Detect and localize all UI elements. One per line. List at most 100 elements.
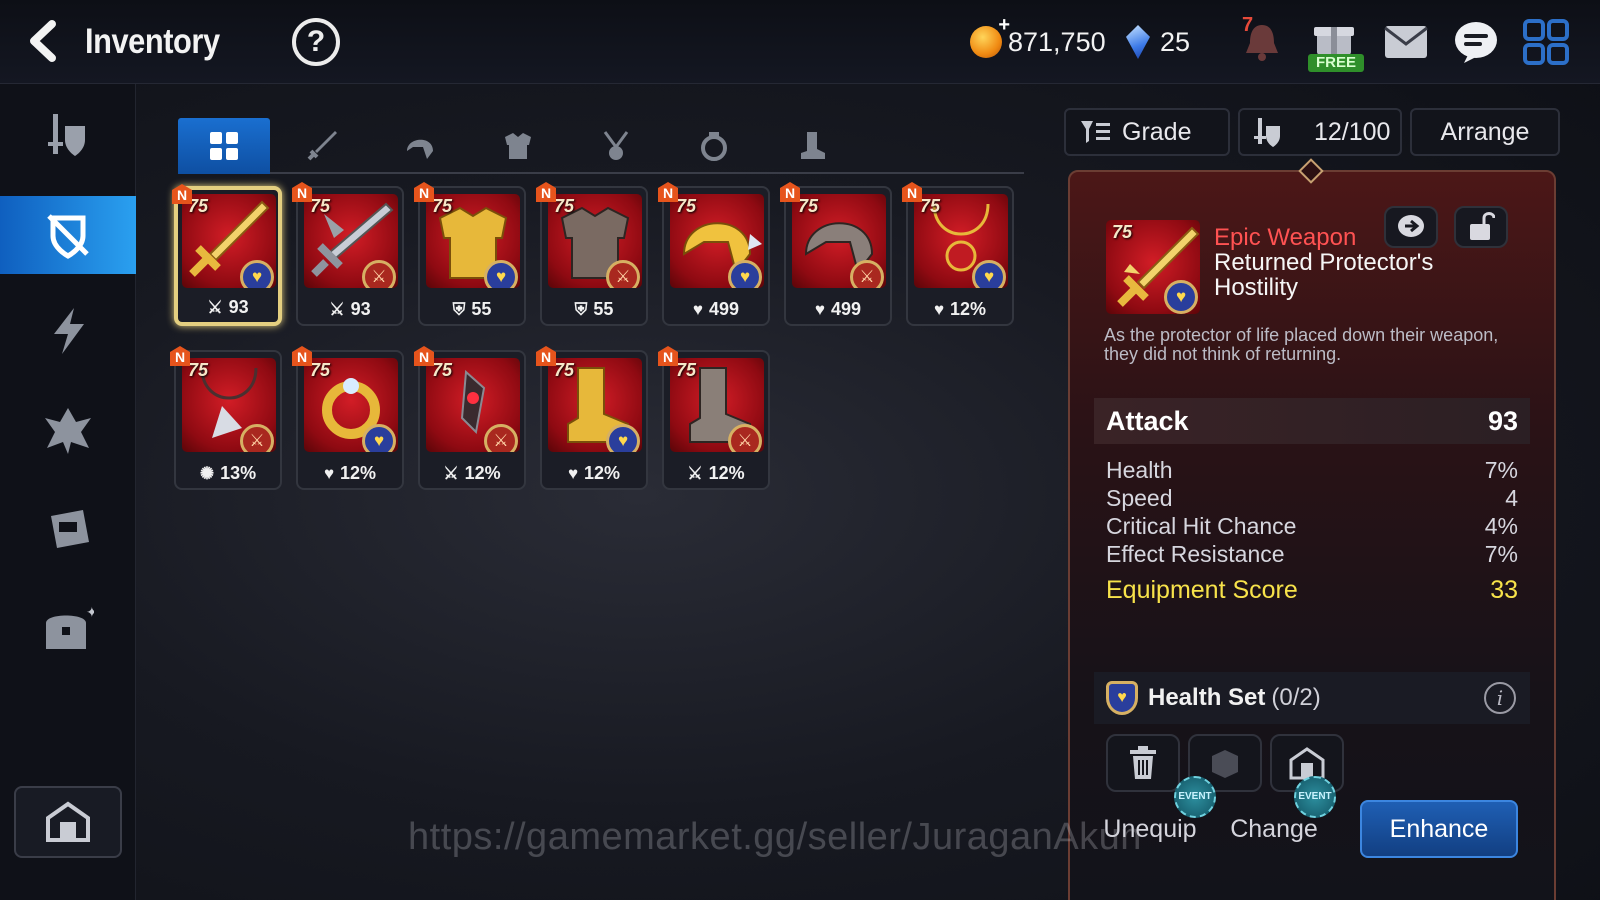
storage-button[interactable] (14, 786, 122, 858)
filter-icon (1081, 121, 1110, 143)
attack-set-badge: ⚔ (728, 424, 762, 452)
chat-button[interactable] (1448, 14, 1504, 70)
sidebar-item-equip[interactable] (0, 96, 136, 174)
menu-button[interactable] (1518, 14, 1574, 70)
inventory-item[interactable]: 75 ♥ N ⛨ 55 (414, 182, 526, 326)
inventory-item[interactable]: 75 ⚔ N ⚔ 93 (292, 182, 404, 326)
inventory-item[interactable]: 75 ⚔ N ⛨ 55 (536, 182, 648, 326)
tab-helmet[interactable] (374, 118, 466, 174)
discard-button[interactable] (1106, 734, 1180, 792)
tab-necklace[interactable] (570, 118, 662, 174)
sub-stat-value: 4 (1505, 485, 1518, 511)
back-arrow-icon (30, 20, 56, 62)
tab-armor[interactable] (472, 118, 564, 174)
item-stat-value: 12% (950, 299, 987, 319)
grade-filter-button[interactable]: Grade (1064, 108, 1230, 156)
helmet-icon (407, 139, 433, 159)
sidebar-item-artifacts[interactable] (0, 292, 136, 370)
item-image: 75 ♥ (182, 194, 276, 288)
attack-icon: ⚔ (329, 300, 345, 319)
set-info-row: ♥ Health Set (0/2) i (1094, 672, 1530, 724)
item-image: 75 ♥ (914, 194, 1008, 288)
health-set-icon: ♥ (1106, 681, 1138, 715)
inventory-item[interactable]: 75 ♥ N ♥ 12% (902, 182, 1014, 326)
tab-boots[interactable] (766, 118, 858, 174)
item-stat: ⛨ 55 (542, 299, 646, 320)
sidebar-item-materials[interactable] (0, 488, 136, 566)
change-button[interactable]: Change (1218, 800, 1330, 858)
item-image: 75 ⚔ (792, 194, 886, 288)
gold-currency[interactable]: + 871,750 (970, 14, 1106, 64)
inventory-item[interactable]: 75 ⚔ N ✺ 13% (170, 346, 282, 490)
inventory-item[interactable]: 75 ⚔ N ♥ 499 (780, 182, 892, 326)
item-stat-value: 499 (709, 299, 740, 319)
crit-icon: ✺ (199, 464, 215, 483)
svg-text:✦: ✦ (86, 605, 94, 621)
inventory-item[interactable]: 75 ♥ N ♥ 12% (536, 346, 648, 490)
tab-weapon[interactable] (276, 118, 368, 174)
sidebar-item-chests[interactable]: ✦ (0, 590, 136, 668)
item-grade: Epic Weapon (1214, 224, 1357, 251)
item-level: 75 (920, 196, 941, 216)
item-stat: ♥ 12% (542, 463, 646, 484)
gem-currency[interactable]: + 25 (1126, 20, 1190, 64)
equipment-score: Equipment Score 33 (1106, 576, 1518, 605)
free-label: FREE (1308, 54, 1364, 72)
sidebar: ✦ (0, 84, 136, 900)
inventory-item[interactable]: 75 ♥ N ⚔ 93 (172, 184, 282, 326)
free-pack-button[interactable]: FREE (1306, 14, 1364, 72)
capacity-indicator[interactable]: 12/100 (1238, 108, 1402, 156)
item-stat-value: 93 (228, 297, 249, 317)
storage-icon (1289, 747, 1325, 780)
sword-shield-icon (1254, 118, 1280, 147)
tab-ring[interactable] (668, 118, 760, 174)
inventory-item[interactable]: 75 ⚔ N ⚔ 12% (658, 346, 770, 490)
set-info-button[interactable]: i (1484, 682, 1516, 714)
health-icon: ♥ (567, 464, 579, 483)
new-badge: N (902, 182, 922, 202)
detail-item-level: 75 (1112, 222, 1133, 242)
inventory-item[interactable]: 75 ♥ N ♥ 12% (292, 346, 404, 490)
item-stat-value: 55 (593, 299, 614, 319)
help-button[interactable]: ? (292, 18, 340, 66)
mail-button[interactable] (1378, 14, 1434, 70)
category-tabs (178, 118, 1024, 174)
item-stat: ♥ 499 (664, 299, 768, 320)
health-set-badge: ♥ (362, 424, 396, 452)
item-stat: ⚔ 93 (178, 297, 278, 318)
attack-set-badge: ⚔ (240, 424, 274, 452)
enhance-button[interactable]: Enhance (1360, 800, 1518, 858)
attack-icon: ⚔ (207, 298, 223, 317)
sword-icon (307, 131, 337, 161)
attack-set-badge: ⚔ (606, 260, 640, 288)
sword-shield-icon (48, 114, 85, 156)
lock-button[interactable] (1454, 206, 1508, 248)
back-button[interactable] (22, 18, 68, 64)
sidebar-item-catalysts[interactable] (0, 392, 136, 470)
page-title: Inventory (85, 22, 220, 61)
grid-icon (210, 132, 238, 160)
lightning-icon (54, 308, 84, 354)
inventory-item[interactable]: 75 ♥ N ♥ 499 (658, 182, 770, 326)
item-detail-panel: 75 ♥ Epic Weapon Returned Protector's Ho… (1068, 158, 1556, 900)
notifications-button[interactable]: 7 (1234, 14, 1290, 70)
inventory-item[interactable]: 75 ⚔ N ⚔ 12% (414, 346, 526, 490)
tab-all[interactable] (178, 118, 270, 174)
defense-icon: ⛨ (574, 300, 588, 319)
item-stat-value: 93 (350, 299, 371, 319)
item-stat-value: 12% (464, 463, 501, 483)
arrange-button[interactable]: Arrange (1410, 108, 1560, 156)
sidebar-item-equipment[interactable] (0, 196, 136, 274)
attack-set-badge: ⚔ (850, 260, 884, 288)
item-image: 75 ⚔ (548, 194, 642, 288)
item-image: 75 ⚔ (426, 358, 520, 452)
share-button[interactable] (1384, 206, 1438, 248)
sub-stat-label: Speed (1106, 485, 1173, 511)
health-icon: ♥ (323, 464, 335, 483)
main-stat: Attack 93 (1094, 398, 1530, 444)
unlock-icon (1470, 212, 1495, 240)
health-set-badge: ♥ (484, 260, 518, 288)
sub-stat-label: Health (1106, 457, 1173, 483)
gem-icon: + (1126, 25, 1150, 59)
item-level: 75 (676, 360, 697, 380)
